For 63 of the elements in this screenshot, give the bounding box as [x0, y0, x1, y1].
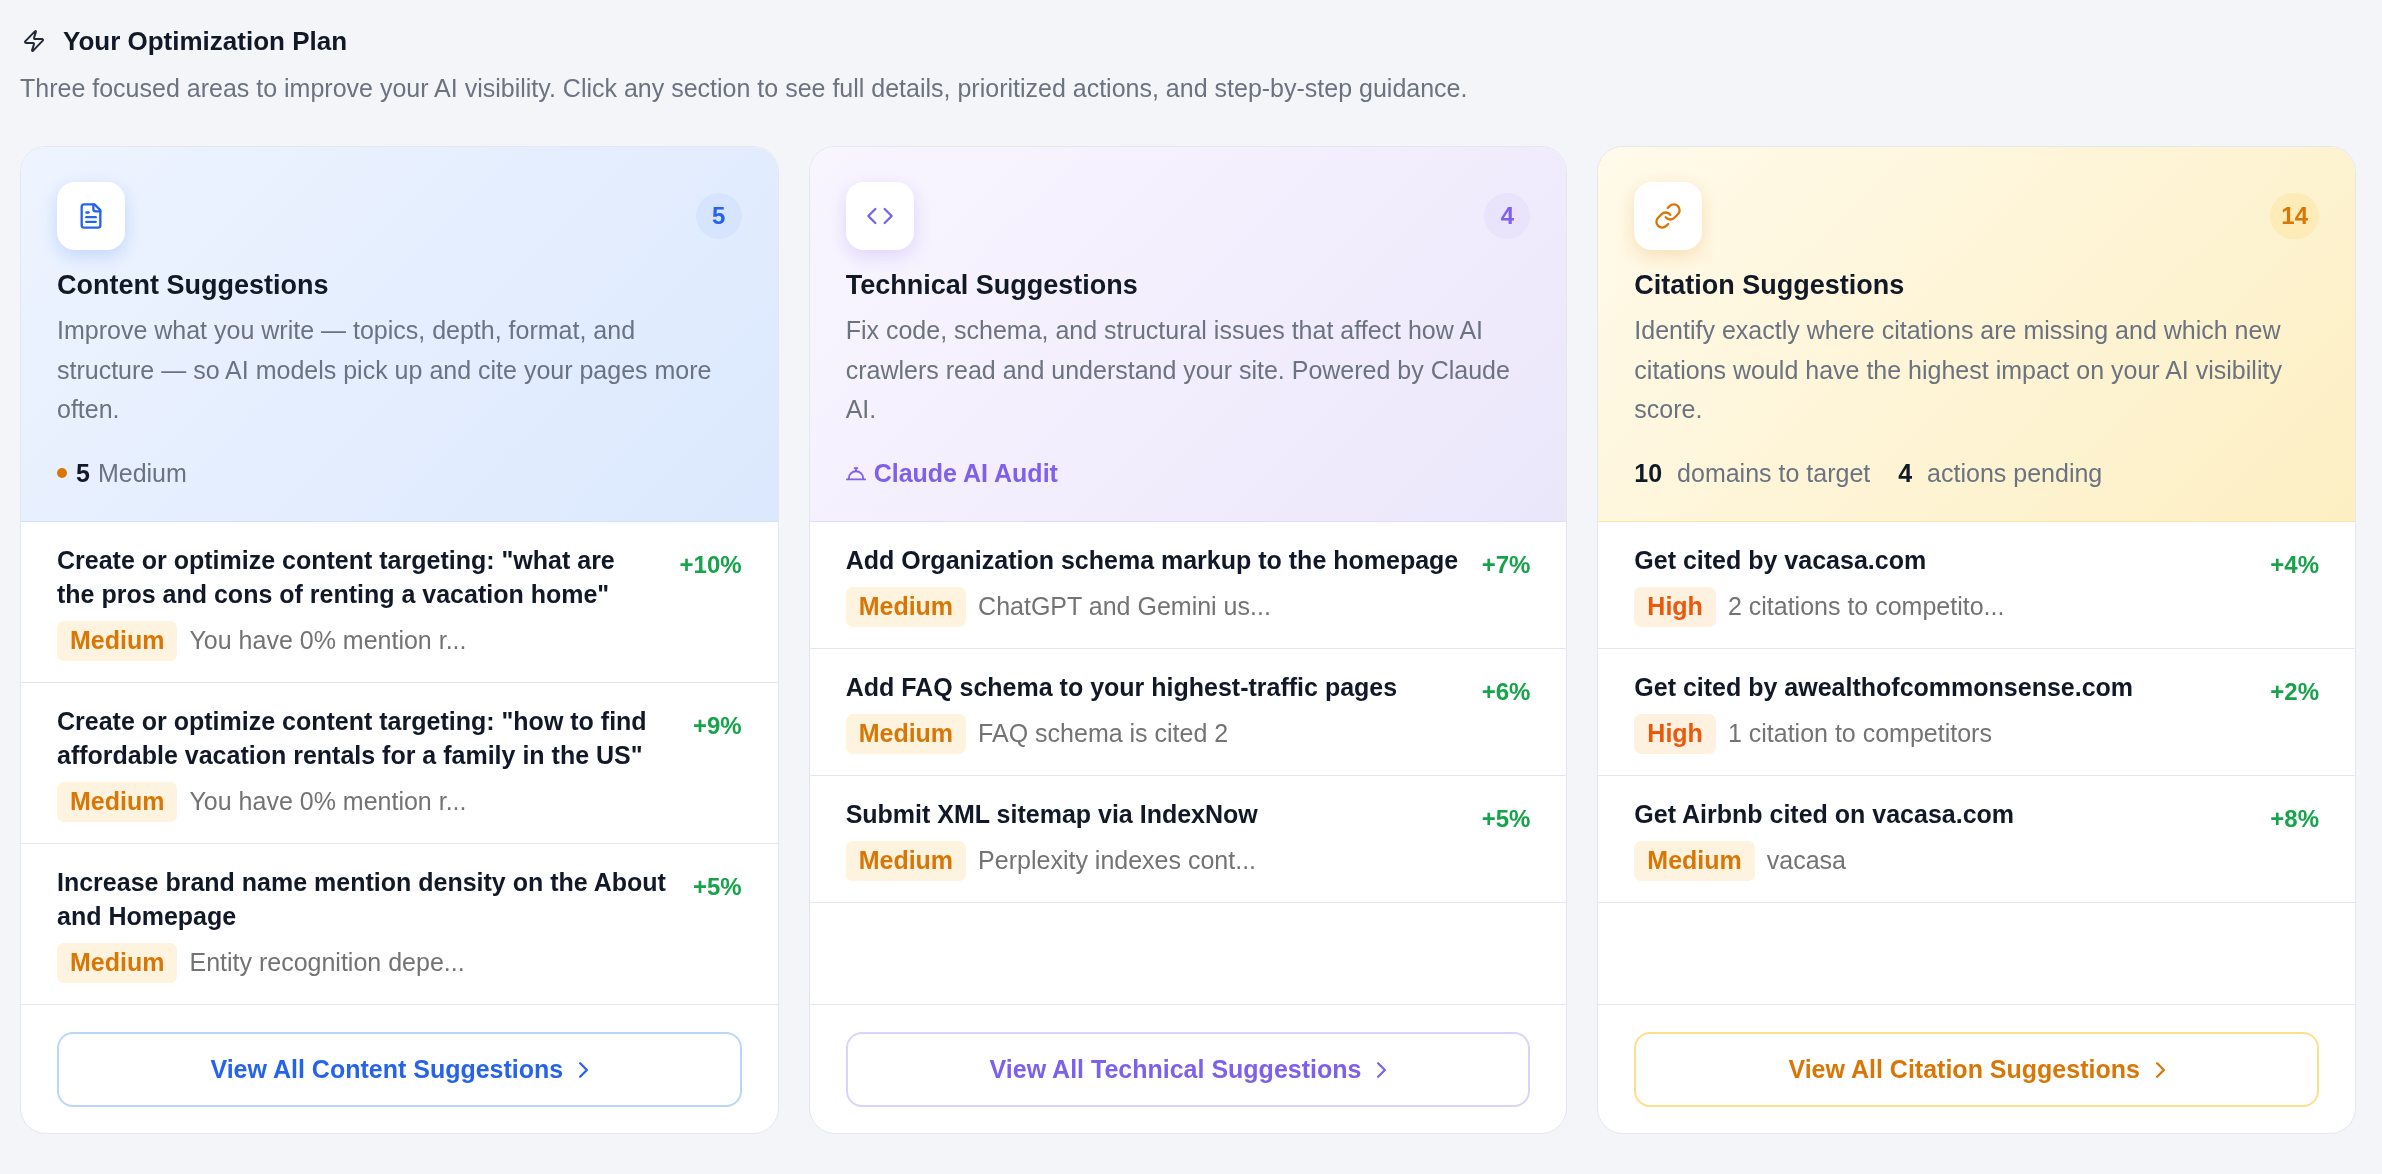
- priority-badge: Medium: [845, 841, 967, 882]
- view-all-button[interactable]: View All Citation Suggestions: [1634, 1032, 2319, 1108]
- suggestion-title: Create or optimize content targeting: "how to find affordable vacation rentals for a family in the US": [57, 706, 648, 772]
- section-title: Content Suggestions: [57, 269, 330, 302]
- priority-badge: Medium: [1634, 841, 1755, 882]
- impact-value: +5%: [1481, 804, 1531, 835]
- suggestion-note: You have 0% mention r...: [189, 625, 467, 657]
- page-subtitle: Three focused areas to improve your AI visibility. Click any section to see full details, prioritized actions, and step-by-step guidance.: [20, 73, 1469, 103]
- priority-badge: High: [1634, 587, 1716, 628]
- count-badge: 4: [1484, 193, 1531, 239]
- count-badge: 14: [2270, 193, 2319, 239]
- chevron-right-icon: [2155, 1061, 2165, 1078]
- suggestion-title: Add Organization schema markup to the homepage: [845, 545, 1460, 577]
- suggestion-title: Add FAQ schema to your highest-traffic pages: [845, 672, 1399, 704]
- impact-value: +9%: [692, 711, 742, 742]
- service-bell-icon: [845, 464, 866, 482]
- suggestion-note: ChatGPT and Gemini us...: [978, 591, 1271, 623]
- suggestion-title: Get Airbnb cited on vacasa.com: [1634, 799, 2016, 831]
- code-icon: [845, 182, 914, 250]
- priority-badge: High: [1634, 714, 1716, 755]
- suggestion-note: vacasa: [1766, 845, 1846, 877]
- impact-value: +10%: [679, 550, 742, 581]
- impact-value: +8%: [2270, 804, 2319, 835]
- priority-badge: Medium: [57, 621, 178, 662]
- suggestion-note: Perplexity indexes cont...: [978, 845, 1257, 877]
- document-icon: [57, 182, 125, 250]
- impact-value: +5%: [692, 872, 742, 903]
- stat-text: 10 domains to target: [1634, 458, 1871, 489]
- suggestion-note: FAQ schema is cited 2: [978, 718, 1229, 750]
- section-description: Improve what you write — topics, depth, format, and structure — so AI models pick up and cite your pages more often.: [57, 315, 713, 426]
- section-description: Fix code, schema, and structural issues that affect how AI crawlers read and understand your site. Powered by Claude AI.: [845, 315, 1511, 426]
- page-title: Your Optimization Plan: [63, 26, 348, 56]
- priority-badge: Medium: [57, 943, 178, 984]
- view-all-button[interactable]: View All Content Suggestions: [57, 1032, 742, 1108]
- lightning-icon: [22, 29, 46, 53]
- chevron-right-icon: [1377, 1061, 1387, 1078]
- suggestion-title: Submit XML sitemap via IndexNow: [845, 799, 1259, 831]
- section-title: Citation Suggestions: [1634, 269, 1906, 302]
- suggestion-title: Increase brand name mention density on the About and Homepage: [57, 867, 667, 933]
- priority-badge: Medium: [845, 714, 967, 755]
- suggestion-title: Get cited by awealthofcommonsense.com: [1634, 672, 2135, 704]
- priority-count: 5: [76, 458, 90, 489]
- suggestion-note: 1 citation to competitors: [1727, 718, 1992, 750]
- chevron-right-icon: [579, 1061, 589, 1078]
- suggestion-note: 2 citations to competito...: [1727, 591, 2005, 623]
- suggestion-title: Create or optimize content targeting: "what are the pros and cons of renting a vacation home": [57, 545, 616, 611]
- stat-text: 4 actions pending: [1898, 458, 2103, 489]
- impact-value: +7%: [1481, 550, 1531, 581]
- view-all-button[interactable]: View All Technical Suggestions: [845, 1032, 1531, 1108]
- audit-label: Claude AI Audit: [873, 458, 1058, 489]
- section-title: Technical Suggestions: [845, 269, 1139, 302]
- section-description: Identify exactly where citations are missing and which new citations would have the highest impact on your AI visibility score.: [1634, 315, 2283, 426]
- impact-value: +2%: [2270, 677, 2319, 708]
- priority-badge: Medium: [845, 587, 967, 628]
- suggestion-note: Entity recognition depe...: [189, 947, 465, 979]
- impact-value: +4%: [2270, 550, 2319, 581]
- impact-value: +6%: [1481, 677, 1531, 708]
- priority-label: Medium: [97, 458, 187, 489]
- suggestion-note: You have 0% mention r...: [189, 786, 467, 818]
- priority-badge: Medium: [57, 782, 178, 823]
- suggestion-title: Get cited by vacasa.com: [1634, 545, 1928, 577]
- count-badge: 5: [695, 193, 742, 239]
- link-icon: [1634, 182, 1703, 250]
